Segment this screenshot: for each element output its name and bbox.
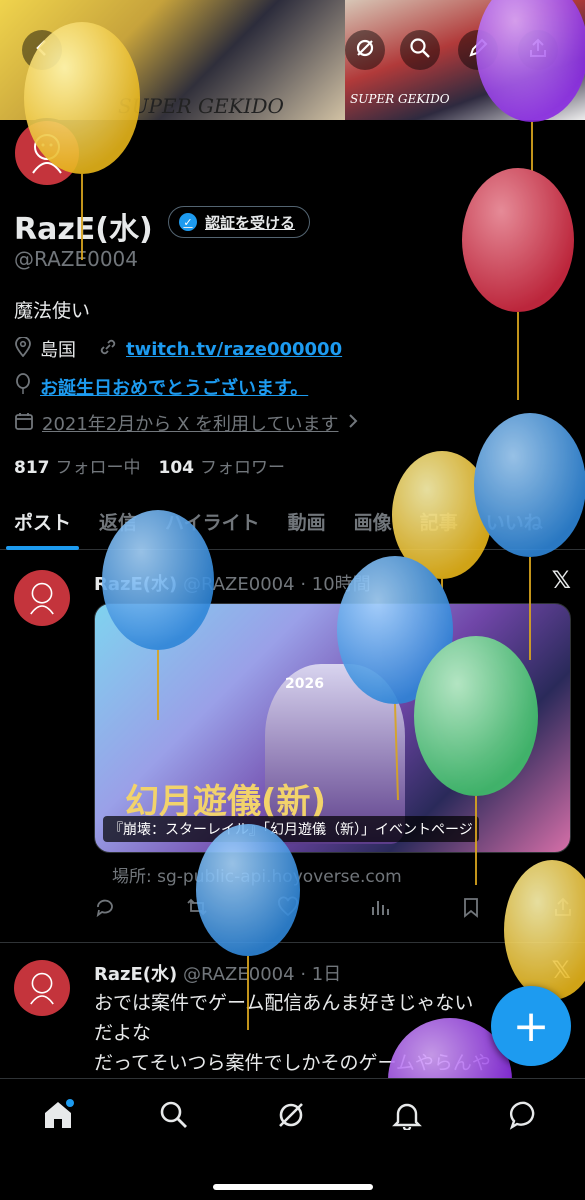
- joined-row[interactable]: 2021年2月から X を利用しています: [14, 410, 359, 436]
- profile-tabs: ポスト 返信 ハイライト 動画 画像 記事 いいね: [0, 500, 585, 550]
- share-button[interactable]: [518, 30, 558, 70]
- reply-icon: [94, 899, 116, 923]
- tab-highlights[interactable]: ハイライト: [151, 500, 274, 549]
- tab-likes[interactable]: いいね: [472, 500, 557, 549]
- following-link[interactable]: 817 フォロー中: [14, 453, 141, 478]
- grok-button[interactable]: [345, 30, 385, 70]
- post-author-handle: @RAZE0004: [182, 964, 295, 985]
- x-logo-icon: 𝕏: [551, 956, 571, 984]
- nav-home[interactable]: [38, 1097, 78, 1137]
- nav-grok[interactable]: [271, 1097, 311, 1137]
- post-text-line: だってそいつら案件でしかそのゲームやらんや: [94, 1052, 491, 1074]
- search-icon: [409, 37, 431, 64]
- views-button[interactable]: [369, 896, 391, 923]
- post-timestamp: · 1日: [300, 964, 342, 985]
- bookmark-button[interactable]: [460, 896, 482, 923]
- get-verified-button[interactable]: ✓ 認証を受ける: [168, 206, 311, 238]
- bar-chart-icon: [369, 899, 391, 923]
- followers-label: フォロワー: [200, 458, 285, 478]
- post-timestamp: · 10時間: [300, 574, 371, 595]
- share-post-button[interactable]: [552, 896, 574, 923]
- chevron-right-icon: [347, 413, 359, 434]
- card-source: 場所: sg-public-api.hoyoverse.com: [112, 867, 402, 887]
- tab-videos[interactable]: 動画: [274, 500, 340, 549]
- compose-post-button[interactable]: +: [491, 986, 571, 1066]
- x-logo-icon: 𝕏: [551, 566, 571, 594]
- balloon-icon: [14, 373, 32, 400]
- like-button[interactable]: [277, 896, 299, 923]
- profile-name: RazE(水): [14, 212, 153, 247]
- profile-meta-row: 島国 twitch.tv/raze000000: [14, 335, 342, 362]
- nav-search[interactable]: [154, 1097, 194, 1137]
- tab-images[interactable]: 画像: [340, 500, 406, 549]
- post-author-name[interactable]: RazE(水): [94, 574, 177, 595]
- calendar-icon: [14, 411, 34, 436]
- profile-handle: @RAZE0004: [14, 247, 139, 271]
- profile-avatar[interactable]: [12, 118, 82, 188]
- following-count: 817: [14, 458, 50, 478]
- reply-button[interactable]: [94, 896, 116, 923]
- back-arrow-icon: [32, 38, 52, 63]
- card-caption: 『崩壊：スターレイル』「幻月遊儀（新）」イベントページ: [103, 816, 479, 842]
- followers-link[interactable]: 104 フォロワー: [159, 453, 286, 478]
- tab-articles[interactable]: 記事: [406, 500, 472, 549]
- bell-icon: [392, 1100, 422, 1134]
- verified-badge-icon: ✓: [179, 213, 197, 231]
- post-avatar[interactable]: [14, 570, 70, 626]
- post-avatar[interactable]: [14, 960, 70, 1016]
- profile-bio: 魔法使い: [14, 300, 91, 322]
- nav-messages[interactable]: [505, 1097, 545, 1137]
- banner-text-left: SUPER GEKIDO: [118, 94, 284, 118]
- post-divider: [0, 942, 585, 943]
- heart-icon: [277, 896, 299, 923]
- post-author-name[interactable]: RazE(水): [94, 964, 177, 985]
- share-icon: [528, 38, 548, 63]
- profile-website-link[interactable]: twitch.tv/raze000000: [126, 339, 342, 360]
- grok-icon: [354, 37, 376, 64]
- repost-button[interactable]: [186, 896, 208, 923]
- location-pin-icon: [14, 335, 32, 362]
- search-icon: [159, 1100, 189, 1134]
- home-indicator: [213, 1184, 373, 1190]
- link-icon: [98, 337, 118, 362]
- follow-stats: 817 フォロー中 104 フォロワー: [14, 453, 285, 478]
- post-author-handle: @RAZE0004: [182, 574, 295, 595]
- bottom-nav: [0, 1078, 585, 1200]
- get-verified-label: 認証を受ける: [205, 213, 296, 232]
- search-button[interactable]: [400, 30, 440, 70]
- tab-replies[interactable]: 返信: [85, 500, 151, 549]
- nav-notifications[interactable]: [387, 1097, 427, 1137]
- chat-bubble-icon: [509, 1099, 541, 1135]
- joined-date: 2021年2月から X を利用しています: [42, 414, 339, 435]
- followers-count: 104: [158, 458, 195, 478]
- bookmark-icon: [460, 898, 482, 923]
- following-label: フォロー中: [55, 458, 141, 478]
- card-year: 2026: [285, 676, 324, 692]
- post-header: RazE(水) @RAZE0004 · 10時間: [94, 570, 371, 596]
- birthday-message[interactable]: お誕生日おめでとうございます。: [40, 374, 308, 400]
- post-header: RazE(水) @RAZE0004 · 1日: [94, 960, 341, 986]
- link-card[interactable]: 2026 幻月遊儀(新) 『崩壊：スターレイル』「幻月遊儀（新）」イベントページ: [94, 603, 571, 853]
- repost-icon: [186, 898, 208, 923]
- back-button[interactable]: [22, 30, 62, 70]
- tab-posts[interactable]: ポスト: [0, 500, 85, 550]
- edit-button[interactable]: [458, 30, 498, 70]
- home-icon: [41, 1098, 75, 1136]
- grok-icon: [276, 1100, 306, 1134]
- pen-icon: [468, 38, 488, 63]
- banner-text-right: SUPER GEKIDO: [350, 92, 450, 106]
- share-icon: [552, 897, 574, 923]
- profile-banner[interactable]: SUPER GEKIDO SUPER GEKIDO: [0, 0, 585, 120]
- post-actions: [94, 896, 574, 923]
- birthday-row: お誕生日おめでとうございます。: [14, 373, 308, 400]
- profile-location: 島国: [40, 340, 76, 361]
